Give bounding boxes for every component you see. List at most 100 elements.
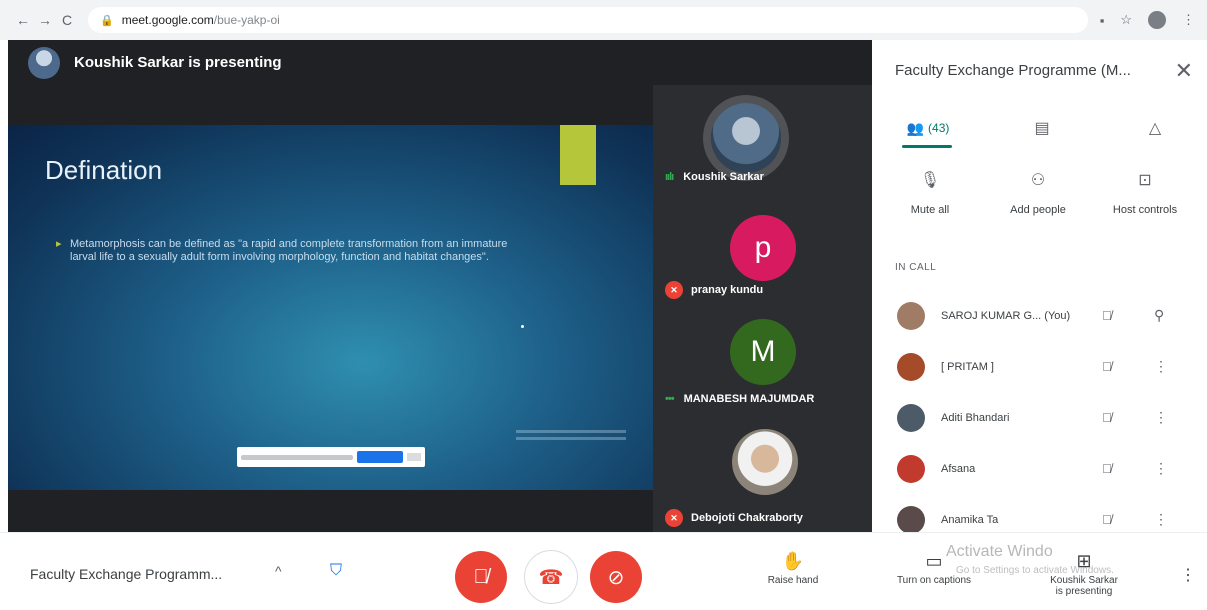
captions-label: Turn on captions [896, 575, 972, 586]
browser-menu-icon[interactable]: ⋮ [1182, 12, 1195, 28]
screen-share-bar [237, 447, 425, 467]
list-item[interactable]: SAROJ KUMAR G... (You) 🎙̸ ⚲ [880, 290, 1207, 341]
control-bar: Faculty Exchange Programm... ^ ⛉ 🎙̸ ☎ ⊘ … [0, 532, 1207, 610]
chevron-up-icon[interactable]: ^ [275, 563, 282, 579]
list-item[interactable]: [ PRITAM ] 🎙̸ ⋮ [880, 341, 1207, 392]
panel-title: Faculty Exchange Programme (M... [895, 62, 1131, 79]
back-icon[interactable]: ← [12, 12, 34, 28]
more-options-icon[interactable]: ⋮ [1154, 511, 1168, 528]
camera-toggle-button[interactable]: ⊘ [590, 551, 642, 603]
panel-tabs: 👥 (43) ▤ △ [880, 110, 1207, 150]
forward-icon[interactable]: → [34, 12, 56, 28]
slide-bullet: Metamorphosis can be defined as "a rapid… [56, 238, 520, 264]
host-controls-label: Host controls [1112, 204, 1178, 216]
mic-off-icon: ✕ [665, 281, 683, 299]
avatar [897, 403, 925, 432]
mouse-pointer [521, 325, 524, 328]
shared-slide: Defination Metamorphosis can be defined … [8, 125, 653, 490]
stop-sharing-button[interactable] [357, 451, 403, 463]
shield-icon[interactable]: ⛉ [330, 562, 348, 582]
more-options-icon[interactable]: ⋮ [1154, 460, 1168, 477]
slide-accent-block [560, 125, 596, 185]
toggle-icon: ⊡ [1138, 172, 1152, 189]
presenting-line1: Koushik Sarkar [1050, 575, 1118, 586]
people-list: SAROJ KUMAR G... (You) 🎙̸ ⚲ [ PRITAM ] 🎙… [880, 290, 1207, 545]
avatar [897, 301, 925, 330]
participant-tile[interactable]: M ••• MANABESH MAJUMDAR [653, 309, 872, 421]
meeting-stage: Koushik Sarkar is presenting Defination … [8, 40, 872, 532]
mic-off-icon: 🎙̸ [1102, 512, 1112, 527]
in-call-heading: IN CALL [895, 262, 937, 273]
participant-name-row: ✕ Debojoti Chakraborty [665, 509, 803, 527]
address-bar[interactable]: 🔒 meet.google.com/bue-yakp-oi [88, 7, 1088, 33]
participant-name-row: ✕ pranay kundu [665, 281, 763, 299]
more-options-icon[interactable]: ⋮ [1180, 565, 1196, 585]
mic-off-icon: 🎙 [919, 172, 941, 189]
browser-toolbar: ← → C 🔒 meet.google.com/bue-yakp-oi ▪ ☆ … [0, 0, 1207, 40]
presenter-label: Koushik Sarkar is presenting [74, 54, 282, 71]
list-item[interactable]: Aditi Bhandari 🎙̸ ⋮ [880, 392, 1207, 443]
person-name: Afsana [941, 462, 976, 475]
reload-icon[interactable]: C [56, 12, 78, 28]
participant-tile[interactable]: ✕ Debojoti Chakraborty [653, 421, 872, 533]
participant-name: MANABESH MAJUMDAR [683, 393, 815, 405]
participant-tile[interactable]: ıılı Koushik Sarkar [653, 85, 872, 197]
url-path: /bue-yakp-oi [213, 13, 280, 27]
participant-avatar [732, 429, 798, 495]
list-item[interactable]: Afsana 🎙̸ ⋮ [880, 443, 1207, 494]
participant-tile[interactable]: p ✕ pranay kundu [653, 197, 872, 309]
person-name: Aditi Bhandari [941, 411, 1010, 424]
mic-off-icon: 🎙̸ [1102, 359, 1112, 374]
share-bar-text [241, 454, 353, 460]
close-icon[interactable]: ✕ [1175, 58, 1193, 84]
mic-off-icon: ✕ [665, 509, 683, 527]
participant-avatar [711, 103, 781, 173]
mic-off-icon: 🎙̸ [1102, 461, 1112, 476]
url-host: meet.google.com [121, 13, 214, 27]
microphone-toggle-button[interactable]: 🎙̸ [455, 551, 507, 603]
presenter-avatar [28, 46, 60, 79]
meeting-details-button[interactable]: Faculty Exchange Programm... [30, 566, 222, 582]
profile-avatar[interactable] [1148, 11, 1166, 29]
tab-people[interactable]: 👥 (43) [888, 110, 968, 146]
host-controls-button[interactable]: ⊡ Host controls [1095, 170, 1195, 216]
participant-avatar: p [730, 215, 796, 281]
tab-activities[interactable]: △ [1115, 110, 1195, 146]
activate-windows-watermark: Activate Windo [946, 543, 1053, 560]
tab-chat[interactable]: ▤ [1002, 110, 1082, 146]
mute-all-label: Mute all [910, 204, 950, 216]
avatar [897, 454, 925, 483]
activities-icon: △ [1148, 120, 1162, 137]
avatar [897, 505, 925, 534]
people-count: (43) [928, 121, 950, 135]
leave-call-button[interactable]: ☎ [525, 551, 577, 603]
add-people-button[interactable]: ⚇ Add people [988, 170, 1088, 216]
participant-name: Debojoti Chakraborty [691, 512, 803, 524]
raise-hand-button[interactable]: ✋ Raise hand [760, 551, 826, 586]
more-options-icon[interactable]: ⋮ [1154, 358, 1168, 375]
pin-icon[interactable]: ⚲ [1154, 307, 1164, 324]
camera-icon[interactable]: ▪ [1100, 13, 1105, 28]
hand-icon: ✋ [781, 551, 805, 571]
people-icon: 👥 [906, 119, 925, 136]
slide-note [516, 430, 626, 448]
side-panel: Faculty Exchange Programme (M... ✕ 👥 (43… [880, 40, 1207, 534]
speaking-icon: ••• [665, 393, 675, 405]
star-icon[interactable]: ☆ [1120, 12, 1132, 28]
person-name: [ PRITAM ] [941, 360, 994, 373]
participant-tiles: ıılı Koushik Sarkar p ✕ pranay kundu M •… [653, 85, 872, 532]
chat-icon: ▤ [1034, 120, 1050, 137]
hide-share-bar-button[interactable] [407, 453, 421, 461]
raise-hand-label: Raise hand [767, 575, 819, 586]
mic-off-icon: 🎙̸ [473, 565, 489, 588]
camera-off-icon: ⊘ [607, 566, 625, 589]
participant-avatar: M [730, 319, 796, 385]
person-name: SAROJ KUMAR G... (You) [941, 309, 1071, 322]
more-options-icon[interactable]: ⋮ [1154, 409, 1168, 426]
hang-up-icon: ☎ [538, 566, 564, 589]
active-tab-indicator [902, 145, 952, 148]
avatar [897, 352, 925, 381]
speaking-icon: ıılı [665, 171, 674, 183]
participant-name: pranay kundu [691, 284, 764, 296]
mute-all-button[interactable]: 🎙 Mute all [880, 170, 980, 216]
